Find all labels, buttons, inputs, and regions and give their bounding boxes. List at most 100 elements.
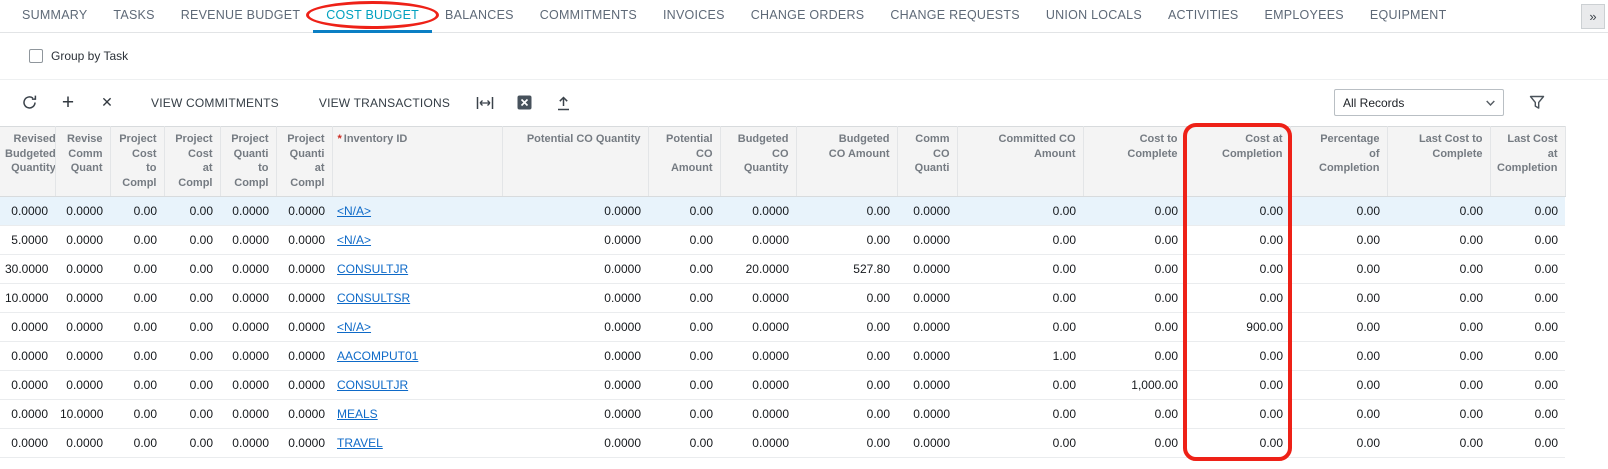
filter-settings-button[interactable] [1522,88,1552,118]
column-header-project-cost-at-compl[interactable]: Project Cost at Compl [164,127,220,197]
cell: 0.00 [1387,400,1490,429]
tab-union-locals[interactable]: UNION LOCALS [1033,0,1155,33]
column-header-comm-co-quanti[interactable]: Comm CO Quanti [897,127,957,197]
cell: 0.00 [1387,226,1490,255]
upload-button[interactable] [548,88,578,118]
column-header-committed-co-amount[interactable]: Committed CO Amount [957,127,1083,197]
table-row[interactable]: 0.00000.00000.000.000.00000.0000<N/A>0.0… [0,313,1565,342]
tab-balances[interactable]: BALANCES [432,0,527,33]
column-header-label: Revise Comm Quant [67,132,102,176]
cell: 0.0000 [0,429,55,458]
cell: 0.0000 [897,197,957,226]
cell: 0.0000 [276,255,332,284]
cell: 0.00 [1387,313,1490,342]
inventory-id-link[interactable]: <N/A> [337,204,371,218]
column-header-project-cost-to-compl[interactable]: Project Cost to Compl [110,127,164,197]
tab-label: CHANGE REQUESTS [890,8,1019,22]
chevron-down-icon [1486,100,1495,106]
tab-commitments[interactable]: COMMITMENTS [527,0,650,33]
inventory-id-link[interactable]: CONSULTJR [337,378,408,392]
column-header-last-cost-to-complete[interactable]: Last Cost to Complete [1387,127,1490,197]
tab-overflow-button[interactable]: » [1581,4,1605,29]
cell: 0.0000 [502,342,648,371]
tab-activities[interactable]: ACTIVITIES [1155,0,1252,33]
cell: 900.00 [1185,313,1290,342]
tab-change-requests[interactable]: CHANGE REQUESTS [877,0,1032,33]
table-row[interactable]: 30.00000.00000.000.000.00000.0000CONSULT… [0,255,1565,284]
column-header-budgeted-co-amount[interactable]: Budgeted CO Amount [796,127,897,197]
cell: 0.00 [796,371,897,400]
tab-label: EQUIPMENT [1370,8,1447,22]
table-row[interactable]: 0.000010.00000.000.000.00000.0000MEALS0.… [0,400,1565,429]
column-header-label: Inventory ID [344,132,408,147]
column-header-last-cost-at-completion[interactable]: Last Cost at Completion [1490,127,1565,197]
required-asterisk: * [338,133,342,145]
column-header-project-quanti-at-compl[interactable]: Project Quanti at Compl [276,127,332,197]
add-row-button[interactable]: + [53,88,83,118]
inventory-id-link[interactable]: CONSULTJR [337,262,408,276]
view-commitments-button[interactable]: VIEW COMMITMENTS [137,88,293,118]
tab-employees[interactable]: EMPLOYEES [1252,0,1357,33]
cell: 0.0000 [897,429,957,458]
view-transactions-button[interactable]: VIEW TRANSACTIONS [305,88,464,118]
cell: 0.00 [1387,255,1490,284]
cell: 0.0000 [0,313,55,342]
column-header-cost-at-completion[interactable]: Cost at Completion [1185,127,1290,197]
column-header-project-quanti-to-compl[interactable]: Project Quanti to Compl [220,127,276,197]
table-row[interactable]: 10.00000.00000.000.000.00000.0000CONSULT… [0,284,1565,313]
tab-tasks[interactable]: TASKS [100,0,167,33]
cell: 0.00 [1185,342,1290,371]
toolbar-right: All Records [1334,88,1594,118]
cell: 5.0000 [0,226,55,255]
tab-change-orders[interactable]: CHANGE ORDERS [738,0,878,33]
cell: 1,000.00 [1083,371,1185,400]
cell: 0.00 [1290,429,1387,458]
column-header-cost-to-complete[interactable]: Cost to Complete [1083,127,1185,197]
tab-revenue-budget[interactable]: REVENUE BUDGET [168,0,314,33]
cell: 0.00 [1083,226,1185,255]
cell: 0.00 [957,371,1083,400]
tab-label: SUMMARY [22,8,87,22]
inventory-id-link[interactable]: <N/A> [337,320,371,334]
cell: 0.00 [648,400,720,429]
inventory-id-cell: AACOMPUT01 [332,342,502,371]
cell: 0.00 [1290,226,1387,255]
records-filter-dropdown[interactable]: All Records [1334,89,1504,116]
column-header-inventory-id[interactable]: *Inventory ID [332,127,502,197]
cell: 0.00 [796,313,897,342]
column-header-potential-co-amount[interactable]: Potential CO Amount [648,127,720,197]
cell: 0.0000 [720,284,796,313]
column-header-potential-co-quantity[interactable]: Potential CO Quantity [502,127,648,197]
column-header-label: Comm CO Quanti [915,132,950,176]
fit-width-button[interactable] [470,88,500,118]
cell: 0.00 [648,284,720,313]
inventory-id-link[interactable]: AACOMPUT01 [337,349,418,363]
tab-equipment[interactable]: EQUIPMENT [1357,0,1460,33]
column-header-percentage-of-completion[interactable]: Percentage of Completion [1290,127,1387,197]
table-row[interactable]: 5.00000.00000.000.000.00000.0000<N/A>0.0… [0,226,1565,255]
inventory-id-link[interactable]: MEALS [337,407,378,421]
table-row[interactable]: 0.00000.00000.000.000.00000.0000AACOMPUT… [0,342,1565,371]
table-row[interactable]: 0.00000.00000.000.000.00000.0000<N/A>0.0… [0,197,1565,226]
cell: 0.00 [1490,371,1565,400]
table-row[interactable]: 0.00000.00000.000.000.00000.0000CONSULTJ… [0,371,1565,400]
column-header-revised-budgeted-quantity[interactable]: Revised Budgeted Quantity [0,127,55,197]
tab-invoices[interactable]: INVOICES [650,0,738,33]
tab-cost-budget[interactable]: COST BUDGET [313,0,432,33]
refresh-button[interactable] [14,88,44,118]
inventory-id-link[interactable]: <N/A> [337,233,371,247]
group-by-task-checkbox[interactable] [29,49,43,63]
inventory-id-link[interactable]: CONSULTSR [337,291,410,305]
export-excel-button[interactable] [509,88,539,118]
cell: 0.00 [1083,400,1185,429]
inventory-id-link[interactable]: TRAVEL [337,436,383,450]
cell: 0.00 [1290,342,1387,371]
cell: 0.0000 [502,197,648,226]
table-row[interactable]: 0.00000.00000.000.000.00000.0000TRAVEL0.… [0,429,1565,458]
tab-summary[interactable]: SUMMARY [9,0,100,33]
column-header-revise-comm-quant[interactable]: Revise Comm Quant [55,127,110,197]
cell: 0.00 [648,197,720,226]
cell: 0.00 [164,284,220,313]
column-header-budgeted-co-quantity[interactable]: Budgeted CO Quantity [720,127,796,197]
delete-row-button[interactable]: ✕ [92,88,122,118]
